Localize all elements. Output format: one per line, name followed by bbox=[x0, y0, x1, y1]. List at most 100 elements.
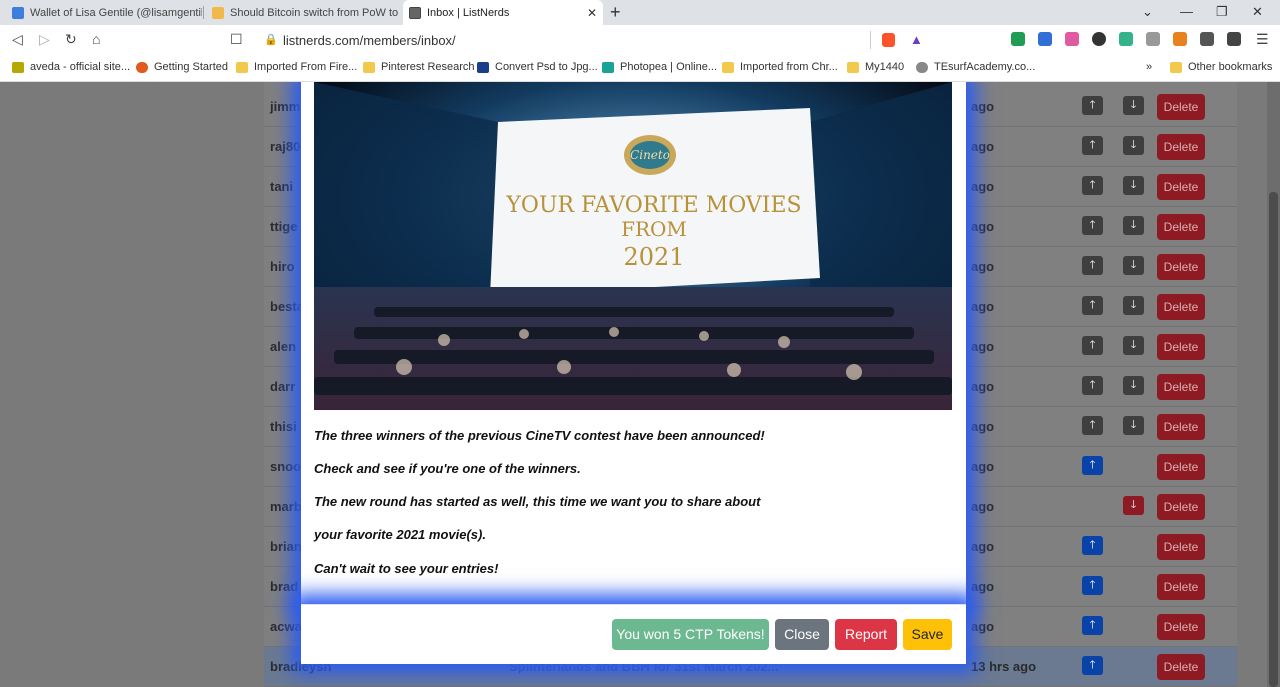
minimize-icon[interactable]: — bbox=[1180, 4, 1193, 19]
tokens-won-button[interactable]: You won 5 CTP Tokens! bbox=[612, 619, 769, 650]
forward-icon[interactable]: ▷ bbox=[39, 31, 50, 48]
url-text: listnerds.com/members/inbox/ bbox=[283, 33, 456, 48]
close-button[interactable]: Close bbox=[775, 619, 829, 650]
tab-strip: Wallet of Lisa Gentile (@lisamgentile1 S… bbox=[0, 0, 1280, 25]
tab-search-icon[interactable]: ⌄ bbox=[1142, 4, 1153, 20]
bookmark-page-icon[interactable]: ☐ bbox=[230, 31, 243, 48]
upvote-arrow-icon[interactable]: 🡑 bbox=[1082, 296, 1103, 315]
delete-button[interactable]: Delete bbox=[1157, 414, 1205, 440]
bookmark-item[interactable]: Imported From Fire... bbox=[236, 61, 357, 73]
bookmark-item[interactable]: aveda - official site... bbox=[12, 61, 130, 73]
reload-icon[interactable]: ↻ bbox=[65, 31, 77, 48]
report-button[interactable]: Report bbox=[835, 619, 897, 650]
tesurf-icon bbox=[916, 61, 928, 73]
save-button[interactable]: Save bbox=[903, 619, 952, 650]
upvote-arrow-icon[interactable]: 🡑 bbox=[1082, 616, 1103, 635]
scrollbar-thumb[interactable] bbox=[1269, 192, 1278, 687]
upvote-arrow-icon[interactable]: 🡑 bbox=[1082, 656, 1103, 675]
delete-button[interactable]: Delete bbox=[1157, 94, 1205, 120]
close-tab-icon[interactable]: ✕ bbox=[579, 6, 597, 20]
window-close-icon[interactable]: ✕ bbox=[1252, 4, 1263, 20]
delete-button[interactable]: Delete bbox=[1157, 294, 1205, 320]
extension-icon[interactable] bbox=[1011, 32, 1025, 46]
post-favicon-icon bbox=[212, 6, 224, 19]
downvote-arrow-icon[interactable]: 🡓 bbox=[1123, 296, 1144, 315]
metamask-icon[interactable] bbox=[1173, 32, 1187, 46]
upvote-arrow-icon[interactable]: 🡑 bbox=[1082, 536, 1103, 555]
modal-footer: You won 5 CTP Tokens! Close Report Save bbox=[301, 604, 966, 664]
other-bookmarks[interactable]: Other bookmarks bbox=[1170, 61, 1272, 73]
bookmark-item[interactable]: Getting Started bbox=[136, 61, 228, 73]
delete-button[interactable]: Delete bbox=[1157, 254, 1205, 280]
new-tab-icon[interactable]: + bbox=[610, 2, 621, 23]
brave-rewards-icon[interactable]: ▲ bbox=[910, 32, 923, 47]
folder-icon bbox=[363, 61, 375, 73]
row-username: besta bbox=[270, 299, 304, 314]
upvote-arrow-icon[interactable]: 🡑 bbox=[1082, 96, 1103, 115]
address-bar[interactable]: 🔒 listnerds.com/members/inbox/ ▲ bbox=[256, 28, 932, 53]
delete-button[interactable]: Delete bbox=[1157, 374, 1205, 400]
bookmarks-overflow[interactable]: » bbox=[1146, 61, 1152, 73]
upvote-arrow-icon[interactable]: 🡑 bbox=[1082, 136, 1103, 155]
downvote-arrow-icon[interactable]: 🡓 bbox=[1123, 216, 1144, 235]
upvote-arrow-icon[interactable]: 🡑 bbox=[1082, 176, 1103, 195]
maximize-icon[interactable]: ❐ bbox=[1216, 4, 1228, 20]
row-time: ago bbox=[971, 619, 995, 634]
downvote-arrow-icon[interactable]: 🡓 bbox=[1123, 136, 1144, 155]
camera-icon[interactable] bbox=[1146, 32, 1160, 46]
delete-button[interactable]: Delete bbox=[1157, 454, 1205, 480]
folder-icon bbox=[847, 61, 859, 73]
delete-button[interactable]: Delete bbox=[1157, 534, 1205, 560]
delete-button[interactable]: Delete bbox=[1157, 134, 1205, 160]
menu-icon[interactable]: ☰ bbox=[1256, 31, 1269, 48]
toolbar: ◁ ▷ ↻ ⌂ ☐ 🔒 listnerds.com/members/inbox/… bbox=[0, 25, 1280, 56]
upvote-arrow-icon[interactable]: 🡑 bbox=[1082, 256, 1103, 275]
upvote-arrow-icon[interactable]: 🡑 bbox=[1082, 456, 1103, 475]
row-time: ago bbox=[971, 139, 995, 154]
tab-bitcoin[interactable]: Should Bitcoin switch from PoW to Po bbox=[206, 0, 402, 25]
upvote-arrow-icon[interactable]: 🡑 bbox=[1082, 216, 1103, 235]
tab-inbox[interactable]: Inbox | ListNerds ✕ bbox=[403, 0, 603, 25]
downvote-arrow-icon[interactable]: 🡓 bbox=[1123, 176, 1144, 195]
delete-button[interactable]: Delete bbox=[1157, 494, 1205, 520]
page-scrollbar[interactable] bbox=[1267, 82, 1280, 687]
photopea-icon bbox=[602, 61, 614, 73]
back-icon[interactable]: ◁ bbox=[12, 31, 23, 48]
upvote-arrow-icon[interactable]: 🡑 bbox=[1082, 336, 1103, 355]
delete-button[interactable]: Delete bbox=[1157, 334, 1205, 360]
movie-contest-image: Cineto YOUR FAVORITE MOVIES FROM 2021 bbox=[314, 82, 952, 410]
bookmark-item[interactable]: Photopea | Online... bbox=[602, 61, 717, 73]
bookmark-item[interactable]: My1440 bbox=[847, 61, 904, 73]
delete-button[interactable]: Delete bbox=[1157, 574, 1205, 600]
bookmark-item[interactable]: Pinterest Research bbox=[363, 61, 475, 73]
row-username: tani bbox=[270, 179, 294, 194]
downvote-arrow-icon[interactable]: 🡓 bbox=[1123, 336, 1144, 355]
home-icon[interactable]: ⌂ bbox=[92, 31, 100, 47]
downvote-arrow-icon[interactable]: 🡓 bbox=[1123, 256, 1144, 275]
delete-button[interactable]: Delete bbox=[1157, 614, 1205, 640]
extensions-puzzle-icon[interactable] bbox=[1200, 32, 1214, 46]
wallet-icon[interactable] bbox=[1227, 32, 1241, 46]
delete-button[interactable]: Delete bbox=[1157, 174, 1205, 200]
delete-button[interactable]: Delete bbox=[1157, 654, 1205, 680]
delete-button[interactable]: Delete bbox=[1157, 214, 1205, 240]
downvote-arrow-icon[interactable]: 🡓 bbox=[1123, 496, 1144, 515]
brave-shield-icon[interactable] bbox=[882, 33, 895, 47]
extension-icon[interactable] bbox=[1065, 32, 1079, 46]
extension-icon[interactable] bbox=[1092, 32, 1106, 46]
extension-icon[interactable] bbox=[1038, 32, 1052, 46]
tab-title: Wallet of Lisa Gentile (@lisamgentile1 bbox=[30, 6, 202, 19]
folder-icon bbox=[722, 61, 734, 73]
upvote-arrow-icon[interactable]: 🡑 bbox=[1082, 376, 1103, 395]
tab-wallet[interactable]: Wallet of Lisa Gentile (@lisamgentile1 bbox=[6, 0, 202, 25]
bookmark-item[interactable]: Convert Psd to Jpg... bbox=[477, 61, 598, 73]
extension-icon[interactable] bbox=[1119, 32, 1133, 46]
bookmark-item[interactable]: Imported from Chr... bbox=[722, 61, 838, 73]
bookmark-item[interactable]: TEsurfAcademy.co... bbox=[916, 61, 1035, 73]
row-username: ttige bbox=[270, 219, 298, 234]
downvote-arrow-icon[interactable]: 🡓 bbox=[1123, 416, 1144, 435]
upvote-arrow-icon[interactable]: 🡑 bbox=[1082, 576, 1103, 595]
downvote-arrow-icon[interactable]: 🡓 bbox=[1123, 96, 1144, 115]
upvote-arrow-icon[interactable]: 🡑 bbox=[1082, 416, 1103, 435]
downvote-arrow-icon[interactable]: 🡓 bbox=[1123, 376, 1144, 395]
